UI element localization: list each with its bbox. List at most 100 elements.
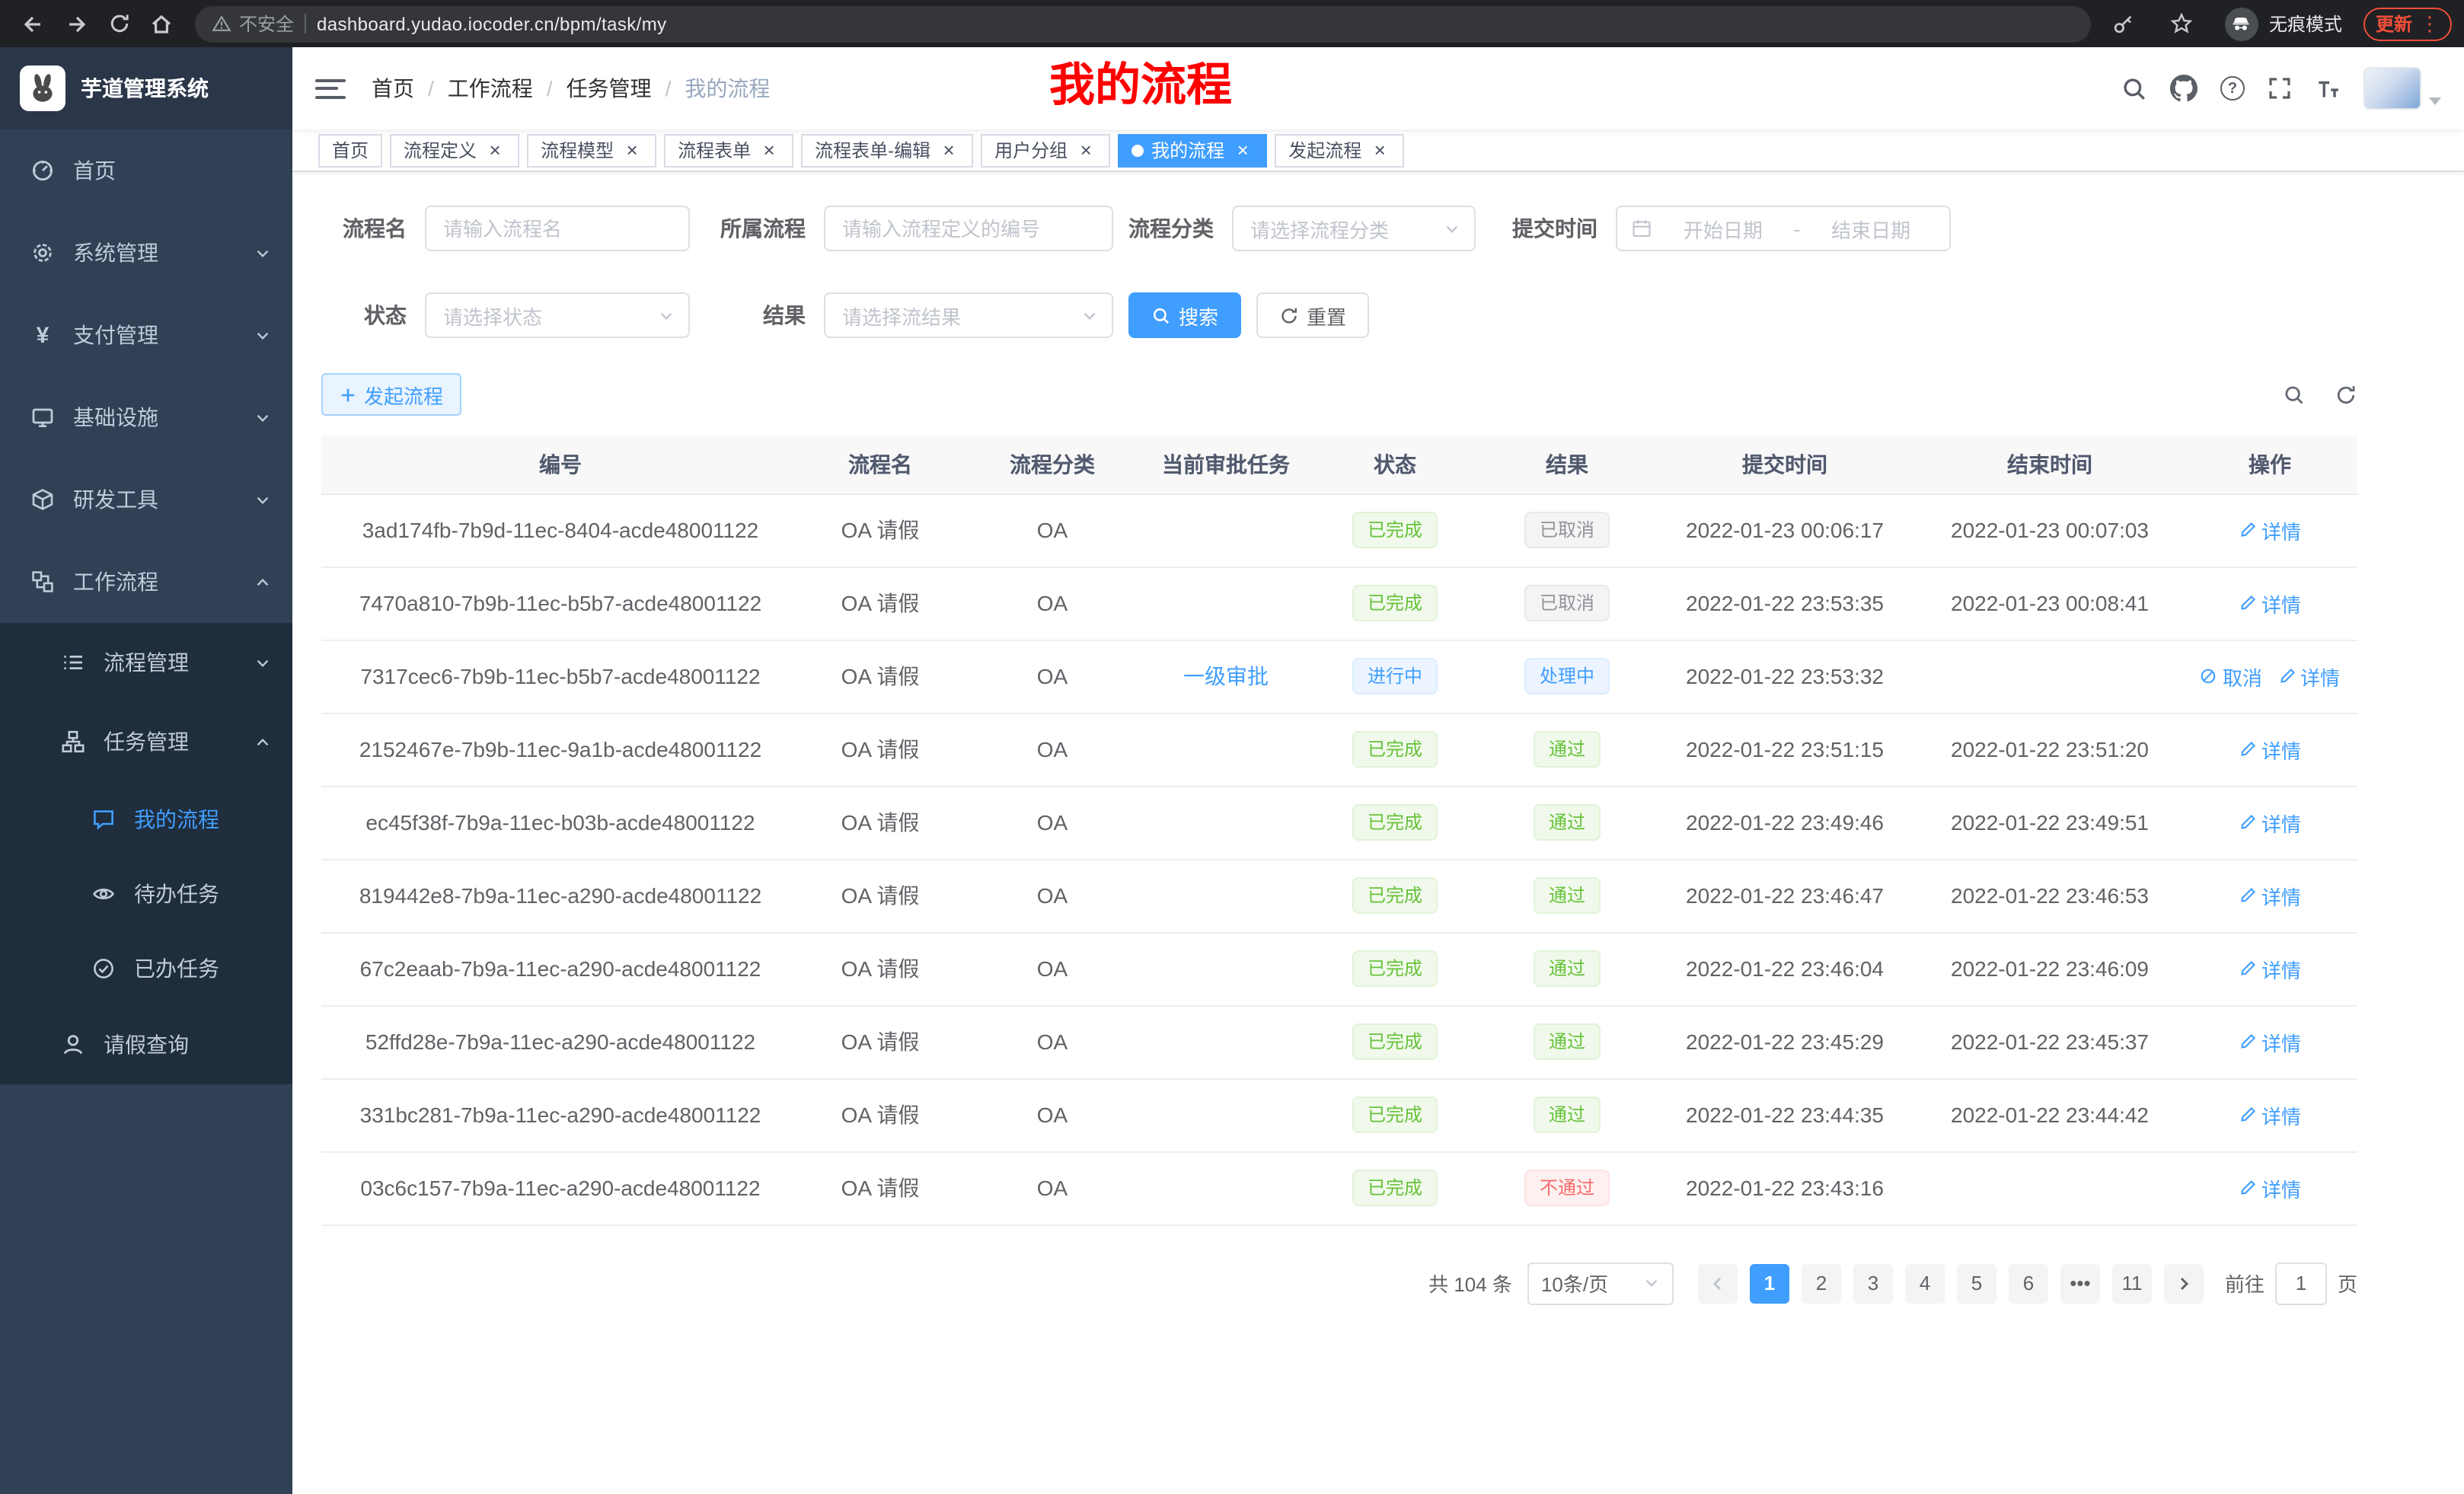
forward-button[interactable] — [55, 4, 97, 43]
sidebar-item-todo-tasks[interactable]: 待办任务 — [0, 856, 292, 931]
home-button[interactable] — [140, 4, 183, 43]
sidebar-item-payment[interactable]: ¥ 支付管理 — [0, 294, 292, 376]
browser-menu-dots-icon[interactable]: ⋮ — [2420, 11, 2440, 36]
page-button[interactable]: 4 — [1905, 1263, 1945, 1303]
page-button[interactable]: 11 — [2112, 1263, 2152, 1303]
search-button[interactable]: 搜索 — [1128, 292, 1241, 338]
tab-item[interactable]: 我的流程× — [1118, 133, 1267, 167]
cell-process-name: OA 请假 — [800, 713, 961, 786]
tab-item[interactable]: 发起流程× — [1275, 133, 1404, 167]
app-logo[interactable]: 芋道管理系统 — [0, 47, 292, 129]
search-icon[interactable] — [2121, 75, 2147, 101]
table-toolbar: 发起流程 — [321, 373, 2357, 416]
sidebar-item-system[interactable]: 系统管理 — [0, 212, 292, 294]
tab-close-icon[interactable]: × — [1075, 139, 1096, 161]
page-button[interactable]: 1 — [1750, 1263, 1789, 1303]
more-pages-button[interactable]: ••• — [2060, 1263, 2100, 1303]
current-task-link[interactable]: 一级审批 — [1183, 664, 1269, 688]
prev-page-button[interactable] — [1698, 1263, 1738, 1303]
action-detail-link[interactable]: 详情 — [2239, 954, 2301, 983]
breadcrumb-item[interactable]: 首页 — [372, 73, 414, 104]
font-size-icon[interactable] — [2315, 75, 2341, 101]
check-circle-icon — [91, 956, 116, 980]
tab-close-icon[interactable]: × — [1232, 139, 1253, 161]
page-button[interactable]: 2 — [1802, 1263, 1841, 1303]
tab-item[interactable]: 用户分组× — [981, 133, 1110, 167]
tab-item[interactable]: 流程表单-编辑× — [801, 133, 973, 167]
page-button[interactable]: 6 — [2009, 1263, 2048, 1303]
page-button[interactable]: 5 — [1957, 1263, 1996, 1303]
goto-page-input[interactable] — [2275, 1262, 2327, 1304]
action-detail-link[interactable]: 详情 — [2277, 662, 2340, 691]
sidebar-item-devtools[interactable]: 研发工具 — [0, 458, 292, 541]
tree-icon — [61, 729, 85, 754]
sidebar-toggle[interactable] — [315, 78, 346, 98]
result-badge: 通过 — [1534, 1097, 1601, 1133]
action-detail-link[interactable]: 详情 — [2239, 1027, 2301, 1056]
sidebar-item-infrastructure[interactable]: 基础设施 — [0, 376, 292, 458]
tab-close-icon[interactable]: × — [621, 139, 643, 161]
result-label: 结果 — [720, 300, 806, 330]
update-button[interactable]: 更新 ⋮ — [2363, 7, 2452, 40]
breadcrumb-item[interactable]: 任务管理 — [567, 73, 652, 104]
tab-item[interactable]: 流程定义× — [390, 133, 519, 167]
github-icon[interactable] — [2170, 75, 2197, 102]
tab-item[interactable]: 首页 — [318, 133, 382, 167]
action-detail-link[interactable]: 详情 — [2239, 1100, 2301, 1129]
tab-close-icon[interactable]: × — [758, 139, 780, 161]
user-menu[interactable] — [2363, 67, 2441, 110]
sidebar-item-home[interactable]: 首页 — [0, 129, 292, 212]
breadcrumb-item[interactable]: 工作流程 — [448, 73, 533, 104]
password-key-icon[interactable] — [2103, 4, 2146, 43]
page-button[interactable]: 3 — [1853, 1263, 1893, 1303]
sidebar-item-leave-query[interactable]: 请假查询 — [0, 1005, 292, 1084]
table-search-toggle-icon[interactable] — [2283, 383, 2306, 406]
sidebar-item-done-tasks[interactable]: 已办任务 — [0, 931, 292, 1005]
action-detail-link[interactable]: 详情 — [2239, 516, 2301, 544]
action-detail-link[interactable]: 详情 — [2239, 735, 2301, 764]
calendar-icon — [1631, 218, 1652, 239]
action-detail-link[interactable]: 详情 — [2239, 1173, 2301, 1202]
reset-button[interactable]: 重置 — [1256, 292, 1369, 338]
create-process-button[interactable]: 发起流程 — [321, 373, 461, 416]
result-select[interactable]: 请选择流结果 — [824, 292, 1113, 338]
process-name-input[interactable] — [425, 206, 690, 251]
sidebar-item-my-process[interactable]: 我的流程 — [0, 781, 292, 856]
sidebar-item-process-mgmt[interactable]: 流程管理 — [0, 623, 292, 702]
reload-button[interactable] — [97, 4, 140, 43]
back-button[interactable] — [12, 4, 55, 43]
avatar[interactable] — [2363, 67, 2421, 110]
tab-close-icon[interactable]: × — [484, 139, 506, 161]
sidebar-item-task-mgmt[interactable]: 任务管理 — [0, 702, 292, 781]
cell-process-id: 52ffd28e-7b9a-11ec-a290-acde48001122 — [321, 1005, 800, 1078]
help-icon[interactable]: ? — [2220, 76, 2245, 101]
date-range-picker[interactable]: 开始日期 - 结束日期 — [1616, 206, 1951, 251]
action-cancel-link[interactable]: 取消 — [2200, 662, 2262, 691]
table-refresh-icon[interactable] — [2335, 383, 2357, 406]
status-badge: 已完成 — [1352, 1170, 1438, 1206]
cell-status: 已完成 — [1308, 786, 1482, 859]
column-header: 编号 — [321, 436, 800, 493]
cell-current-task — [1144, 859, 1308, 932]
action-detail-link[interactable]: 详情 — [2239, 589, 2301, 618]
status-select[interactable]: 请选择状态 — [425, 292, 690, 338]
action-detail-link[interactable]: 详情 — [2239, 808, 2301, 837]
annotation-overlay: 我的流程 — [1049, 58, 1232, 116]
next-page-button[interactable] — [2164, 1263, 2204, 1303]
fullscreen-icon[interactable] — [2268, 76, 2292, 101]
tab-item[interactable]: 流程模型× — [527, 133, 656, 167]
cell-submit-time: 2022-01-22 23:49:46 — [1652, 786, 1917, 859]
tab-item[interactable]: 流程表单× — [664, 133, 793, 167]
category-select[interactable]: 请选择流程分类 — [1232, 206, 1476, 251]
sidebar-item-workflow[interactable]: 工作流程 — [0, 541, 292, 623]
bookmark-star-icon[interactable] — [2161, 4, 2204, 43]
tab-close-icon[interactable]: × — [938, 139, 959, 161]
security-warning[interactable]: 不安全 — [212, 11, 294, 37]
process-definition-input[interactable] — [824, 206, 1113, 251]
address-bar[interactable]: 不安全 dashboard.yudao.iocoder.cn/bpm/task/… — [195, 5, 2091, 42]
action-detail-link[interactable]: 详情 — [2239, 881, 2301, 910]
page-size-select[interactable]: 10条/页 — [1527, 1262, 1674, 1304]
cell-current-task — [1144, 493, 1308, 567]
tab-close-icon[interactable]: × — [1369, 139, 1390, 161]
cell-status: 已完成 — [1308, 1078, 1482, 1151]
